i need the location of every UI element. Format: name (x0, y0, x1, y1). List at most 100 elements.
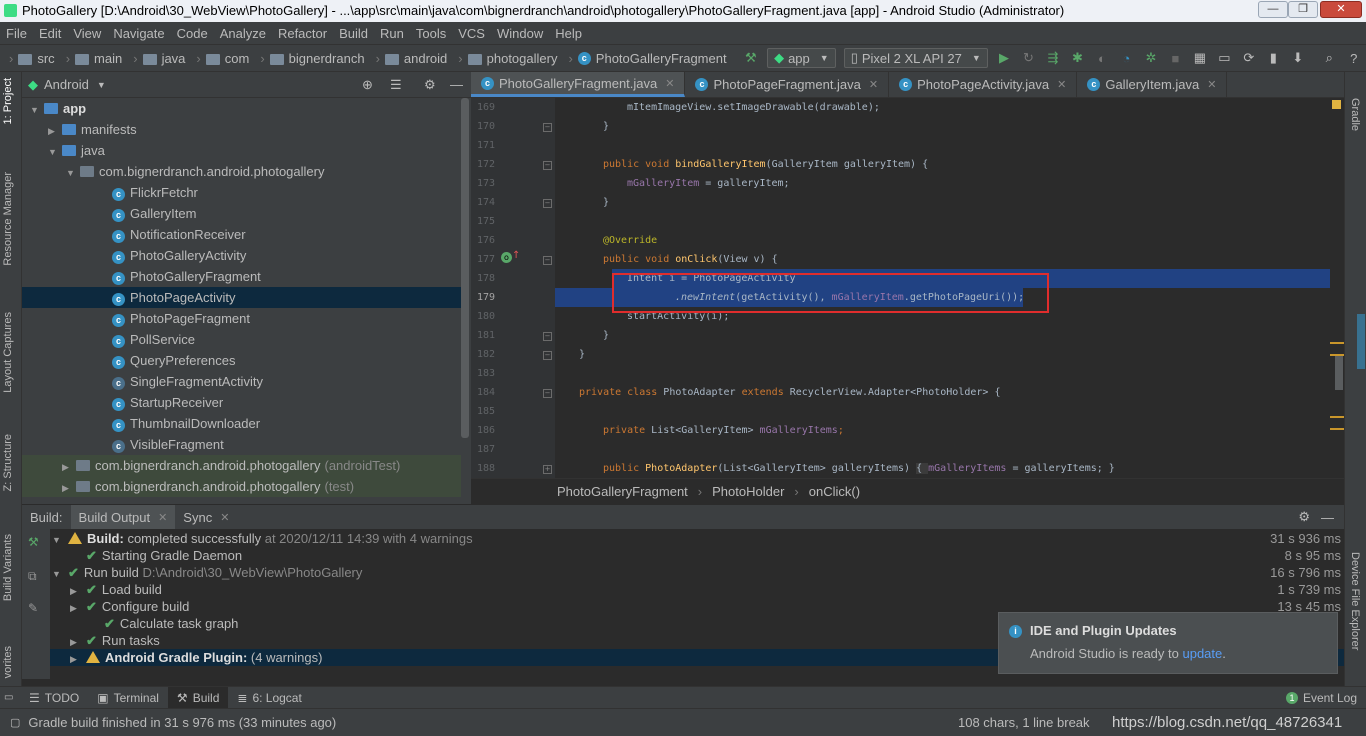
menu-window[interactable]: Window (491, 26, 549, 41)
close-icon[interactable]: ✕ (665, 77, 674, 90)
fold-icon[interactable]: − (543, 332, 552, 341)
structure-tab[interactable]: Z: Structure (2, 434, 14, 491)
locate-icon[interactable]: ⊕ (362, 77, 373, 93)
collapse-icon[interactable]: ☰ (390, 77, 402, 93)
expand-down-icon[interactable]: ▼ (52, 532, 68, 549)
expand-down-icon[interactable]: ▼ (48, 142, 62, 163)
project-tree-item[interactable]: c PhotoPageFragment (22, 308, 461, 329)
project-view-select[interactable]: Android (44, 77, 89, 92)
help-icon[interactable]: ? (1347, 51, 1361, 66)
avd-manager-icon[interactable]: ▮ (1266, 50, 1280, 66)
breadcrumb-holder[interactable]: PhotoHolder (712, 484, 784, 499)
hammer-icon[interactable]: ⚒ (28, 535, 39, 549)
expand-down-icon[interactable]: ▼ (30, 100, 44, 121)
fold-icon[interactable]: − (543, 161, 552, 170)
marker[interactable] (1330, 428, 1344, 430)
project-tree-item[interactable]: c PhotoPageActivity (22, 287, 461, 308)
hide-icon[interactable]: — (450, 77, 463, 92)
tab-photopagefragment[interactable]: c PhotoPageFragment.java ✕ (685, 72, 890, 97)
tab-terminal[interactable]: ▣ Terminal (88, 687, 168, 708)
expand-right-icon[interactable]: ▶ (70, 651, 86, 668)
tab-galleryitem[interactable]: c GalleryItem.java ✕ (1077, 72, 1228, 97)
resource-manager-tab[interactable]: Resource Manager (2, 172, 14, 266)
close-button[interactable]: ✕ (1320, 1, 1362, 18)
menu-run[interactable]: Run (374, 26, 410, 41)
menu-code[interactable]: Code (171, 26, 214, 41)
breadcrumb-method[interactable]: onClick() (809, 484, 860, 499)
expand-down-icon[interactable]: ▼ (66, 163, 80, 184)
project-tree-item[interactable]: ▶ com.bignerdranch.android.photogallery (t… (22, 476, 461, 497)
project-tree-item[interactable]: ▶ com.bignerdranch.android.photogallery (a… (22, 455, 461, 476)
menu-refactor[interactable]: Refactor (272, 26, 333, 41)
project-tree-item[interactable]: c GalleryItem (22, 203, 461, 224)
warning-marker-icon[interactable] (1332, 100, 1341, 109)
caret-position[interactable]: 108 chars, 1 line break (958, 715, 1090, 730)
fold-icon[interactable]: − (543, 256, 552, 265)
gradle-tool-tab[interactable]: Gradle (1349, 98, 1361, 131)
project-tree-item[interactable]: ▼ com.bignerdranch.android.photogallery (22, 161, 461, 182)
tab-sync[interactable]: Sync ✕ (175, 505, 237, 529)
toggle-icon[interactable]: ▭ (0, 692, 20, 703)
fold-icon[interactable]: − (543, 389, 552, 398)
fold-icon[interactable]: − (543, 123, 552, 132)
nav-crumb-bignerdranch[interactable]: › bignerdranch (252, 51, 367, 66)
profile-icon[interactable]: ◔ (1119, 51, 1133, 66)
menu-navigate[interactable]: Navigate (107, 26, 170, 41)
project-structure-icon[interactable]: ▦ (1193, 50, 1207, 66)
status-toggle-icon[interactable]: ▢ (10, 716, 20, 729)
project-tree-item[interactable]: ▼ java (22, 140, 461, 161)
project-scrollbar[interactable] (461, 98, 469, 438)
tab-build-output[interactable]: Build Output ✕ (70, 505, 176, 529)
update-link[interactable]: update (1182, 646, 1222, 661)
layout-captures-tab[interactable]: Layout Captures (2, 312, 14, 393)
search-icon[interactable]: ⌕ (1322, 50, 1336, 66)
tab-build[interactable]: ⚒ Build (167, 687, 229, 708)
nav-crumb-java[interactable]: › java (125, 51, 188, 66)
dropdown-icon[interactable]: ▼ (97, 80, 106, 90)
nav-crumb-photogallery[interactable]: › photogallery (450, 51, 560, 66)
build-row[interactable]: ▼ Build: completed successfully at 2020/1… (52, 530, 473, 547)
build-row[interactable]: ✔ Calculate task graph (88, 615, 238, 632)
tab-logcat[interactable]: ≣ 6: Logcat (228, 687, 310, 708)
project-tree-item[interactable]: ▶ manifests (22, 119, 461, 140)
minimize-button[interactable]: — (1258, 1, 1288, 18)
project-tree-item[interactable]: c SingleFragmentActivity (22, 371, 461, 392)
expand-right-icon[interactable]: ▶ (62, 457, 76, 478)
favorites-tab[interactable]: vorites (2, 646, 14, 678)
project-tree-item[interactable]: c QueryPreferences (22, 350, 461, 371)
hammer-icon[interactable]: ⚒ (744, 50, 758, 66)
apply-changes-icon[interactable]: ⇶ (1046, 50, 1060, 66)
breadcrumb-class[interactable]: PhotoGalleryFragment (557, 484, 688, 499)
nav-crumb-main[interactable]: › main (58, 51, 126, 66)
build-row[interactable]: ▶ ✔ Configure build (70, 598, 189, 615)
update-notification[interactable]: i IDE and Plugin Updates Android Studio … (998, 612, 1338, 674)
hide-icon[interactable]: — (1321, 510, 1334, 525)
editor-scrollbar[interactable] (1335, 356, 1343, 390)
expand-right-icon[interactable]: ▶ (70, 600, 86, 617)
debug-icon[interactable]: ✱ (1070, 50, 1084, 66)
project-tree-item[interactable]: c PhotoGalleryFragment (22, 266, 461, 287)
fold-icon[interactable]: + (543, 465, 552, 474)
menu-analyze[interactable]: Analyze (214, 26, 272, 41)
tab-photopageactivity[interactable]: c PhotoPageActivity.java ✕ (889, 72, 1078, 97)
sdk-manager-icon[interactable]: ⬇ (1291, 50, 1305, 66)
project-tree-item[interactable]: c VisibleFragment (22, 434, 461, 455)
menu-file[interactable]: File (0, 26, 33, 41)
gear-icon[interactable]: ⚙ (1298, 509, 1310, 525)
sync-gradle-icon[interactable]: ⟳ (1242, 50, 1256, 66)
project-tree-item[interactable]: c StartupReceiver (22, 392, 461, 413)
restore-icon[interactable]: ⧉ (28, 569, 37, 584)
event-log-button[interactable]: 1 Event Log (1277, 687, 1366, 708)
project-tree-item[interactable]: ▼ app (22, 98, 461, 119)
pin-icon[interactable]: ✎ (28, 601, 38, 615)
nav-crumb-android[interactable]: › android (368, 51, 451, 66)
override-icon[interactable]: o (501, 252, 512, 263)
gear-icon[interactable]: ⚙ (424, 77, 436, 93)
project-tree-item[interactable]: c NotificationReceiver (22, 224, 461, 245)
coverage-icon[interactable]: ◐ (1095, 51, 1109, 66)
menu-view[interactable]: View (67, 26, 107, 41)
menu-build[interactable]: Build (333, 26, 374, 41)
fold-icon[interactable]: − (543, 199, 552, 208)
expand-right-icon[interactable]: ▶ (62, 478, 76, 499)
project-tree-item[interactable]: c PhotoGalleryActivity (22, 245, 461, 266)
